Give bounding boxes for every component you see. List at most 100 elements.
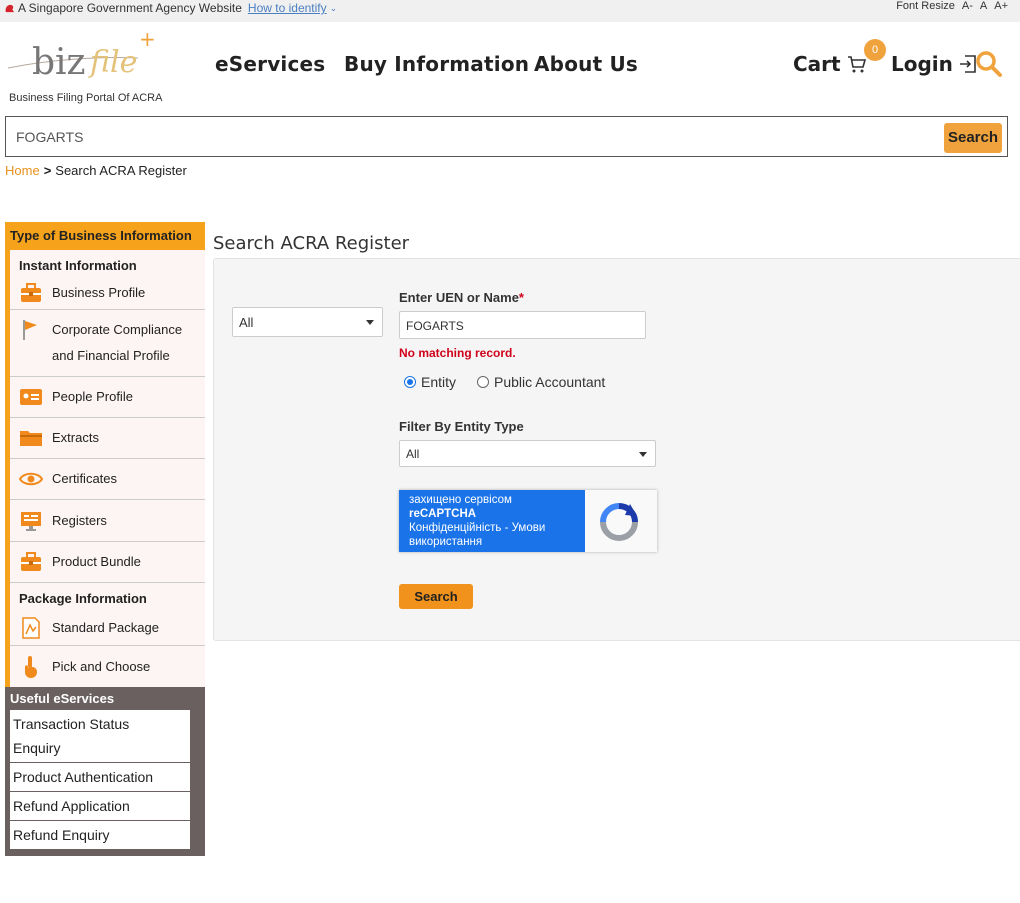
required-marker: * bbox=[518, 290, 524, 305]
recaptcha-line1: захищено сервісом bbox=[409, 494, 512, 506]
eye-icon bbox=[19, 472, 43, 486]
sidebar-item-business-profile[interactable]: Business Profile bbox=[10, 277, 205, 310]
pointer-icon bbox=[25, 655, 37, 678]
sidebar-title: Type of Business Information bbox=[5, 222, 205, 250]
sidebar-item-extracts[interactable]: Extracts bbox=[10, 418, 205, 459]
nav-about-us[interactable]: About Us bbox=[534, 52, 638, 76]
sidebar-item-label: Product Bundle bbox=[52, 554, 141, 569]
sidebar-item-label: Certificates bbox=[52, 471, 118, 486]
sidebar-item-label: Standard Package bbox=[52, 619, 159, 635]
recaptcha-privacy-terms[interactable]: Конфіденційність - Умови bbox=[409, 521, 585, 535]
cart-count-badge: 0 bbox=[864, 39, 886, 61]
sidebar-item-label: Pick and Choose bbox=[52, 658, 151, 674]
recaptcha-badge[interactable]: захищено сервісом reCAPTCHA Конфіденційн… bbox=[399, 490, 657, 552]
breadcrumb-separator: > bbox=[43, 163, 52, 178]
lion-head-icon bbox=[5, 4, 15, 12]
logo-biz-text: biz bbox=[32, 42, 86, 83]
breadcrumb-current: Search ACRA Register bbox=[55, 163, 187, 178]
filter-entity-type-label: Filter By Entity Type bbox=[399, 419, 524, 434]
font-increase-button[interactable]: A+ bbox=[994, 0, 1008, 12]
sidebar-item-pick-and-choose[interactable]: Pick and Choose bbox=[10, 646, 205, 687]
login-label: Login bbox=[891, 52, 953, 76]
flag-icon bbox=[23, 320, 37, 340]
breadcrumb: Home > Search ACRA Register bbox=[5, 163, 187, 178]
useful-product-authentication[interactable]: Product Authentication bbox=[10, 763, 190, 791]
chevron-down-icon bbox=[639, 452, 647, 457]
recaptcha-logo-icon bbox=[600, 503, 638, 541]
briefcase-icon bbox=[21, 283, 41, 302]
cart-link[interactable]: Cart bbox=[793, 52, 867, 76]
font-decrease-button[interactable]: A- bbox=[962, 0, 973, 12]
page-title: Search ACRA Register bbox=[213, 233, 410, 254]
global-search-button[interactable]: Search bbox=[944, 123, 1002, 153]
global-search-bar: Search bbox=[5, 116, 1008, 157]
search-panel: All Enter UEN or Name* FOGARTS No matchi… bbox=[213, 258, 1020, 641]
gov-banner: A Singapore Government Agency Website Ho… bbox=[0, 0, 1020, 22]
global-search-input[interactable] bbox=[16, 125, 916, 149]
error-message: No matching record. bbox=[399, 346, 516, 360]
entity-type-select-value: All bbox=[406, 447, 420, 461]
font-normal-button[interactable]: A bbox=[980, 0, 987, 12]
sidebar-item-label: Corporate Compliance bbox=[52, 322, 183, 337]
sidebar-item-label: People Profile bbox=[52, 389, 133, 404]
sidebar-item-registers[interactable]: Registers bbox=[10, 500, 205, 542]
monitor-icon bbox=[21, 511, 41, 531]
nav-eservices[interactable]: eServices bbox=[215, 52, 325, 76]
uen-label: Enter UEN or Name* bbox=[399, 290, 524, 305]
sidebar-group-instant: Instant Information bbox=[19, 258, 137, 273]
cart-label: Cart bbox=[793, 52, 841, 76]
id-card-icon bbox=[20, 389, 42, 405]
sidebar-item-standard-package[interactable]: Standard Package bbox=[10, 610, 205, 646]
useful-eservices: Useful eServices Transaction Status Enqu… bbox=[5, 687, 205, 856]
chevron-down-icon bbox=[366, 320, 374, 325]
sidebar-item-label: Extracts bbox=[52, 430, 99, 445]
sidebar: Type of Business Information Instant Inf… bbox=[5, 222, 205, 856]
recaptcha-text-panel: захищено сервісом reCAPTCHA Конфіденційн… bbox=[399, 490, 585, 552]
category-select-value: All bbox=[239, 315, 254, 330]
useful-refund-application[interactable]: Refund Application bbox=[10, 792, 190, 820]
search-submit-button[interactable]: Search bbox=[399, 584, 473, 609]
sidebar-group-package: Package Information bbox=[19, 591, 147, 606]
font-resize-label: Font Resize bbox=[896, 0, 955, 12]
bizfile-logo[interactable]: biz file + bbox=[7, 27, 158, 84]
sidebar-item-label-line2: and Financial Profile bbox=[52, 348, 170, 363]
logo-file-text: file bbox=[88, 45, 137, 80]
sidebar-item-people-profile[interactable]: People Profile bbox=[10, 377, 205, 418]
useful-transaction-status[interactable]: Transaction Status Enquiry bbox=[10, 710, 190, 762]
uen-label-text: Enter UEN or Name bbox=[399, 290, 519, 305]
search-icon[interactable] bbox=[975, 50, 1003, 78]
nav-buy-information[interactable]: Buy Information bbox=[344, 52, 529, 76]
useful-refund-enquiry[interactable]: Refund Enquiry bbox=[10, 821, 190, 849]
cart-icon bbox=[847, 56, 866, 73]
sidebar-item-product-bundle[interactable]: Product Bundle bbox=[10, 542, 205, 583]
map-icon bbox=[22, 616, 40, 639]
sidebar-item-certificates[interactable]: Certificates bbox=[10, 459, 205, 500]
radio-public-accountant-button[interactable] bbox=[477, 376, 489, 388]
radio-entity-button[interactable] bbox=[404, 376, 416, 388]
recaptcha-line4: використання bbox=[409, 536, 483, 548]
sidebar-item-label: Business Profile bbox=[52, 285, 146, 300]
radio-public-accountant[interactable]: Public Accountant bbox=[477, 374, 605, 390]
briefcase-icon bbox=[21, 552, 41, 571]
sidebar-item-corporate-compliance[interactable]: Corporate Compliance and Financial Profi… bbox=[10, 310, 205, 377]
useful-item-label: Transaction Status bbox=[13, 716, 130, 732]
chevron-down-icon[interactable]: ⌄ bbox=[330, 3, 338, 14]
breadcrumb-home[interactable]: Home bbox=[5, 163, 40, 178]
sidebar-item-label: Registers bbox=[52, 512, 107, 528]
entity-type-select[interactable]: All bbox=[399, 440, 656, 467]
category-select[interactable]: All bbox=[232, 307, 383, 337]
useful-eservices-title: Useful eServices bbox=[10, 691, 115, 706]
how-to-identify-link[interactable]: How to identify bbox=[248, 1, 327, 15]
useful-item-label-line2: Enquiry bbox=[13, 740, 61, 756]
uen-input[interactable]: FOGARTS bbox=[399, 311, 646, 339]
gov-banner-text: A Singapore Government Agency Website bbox=[18, 1, 242, 15]
recaptcha-brand: reCAPTCHA bbox=[409, 508, 477, 520]
radio-entity-label: Entity bbox=[421, 374, 457, 390]
radio-entity[interactable]: Entity bbox=[404, 374, 456, 390]
folder-icon bbox=[20, 431, 42, 446]
login-link[interactable]: Login bbox=[891, 52, 977, 76]
logo-tagline: Business Filing Portal Of ACRA bbox=[9, 92, 163, 104]
radio-public-accountant-label: Public Accountant bbox=[494, 374, 606, 390]
bizfile-logo-graphic: biz file + bbox=[7, 27, 156, 83]
logo-plus: + bbox=[139, 28, 156, 51]
